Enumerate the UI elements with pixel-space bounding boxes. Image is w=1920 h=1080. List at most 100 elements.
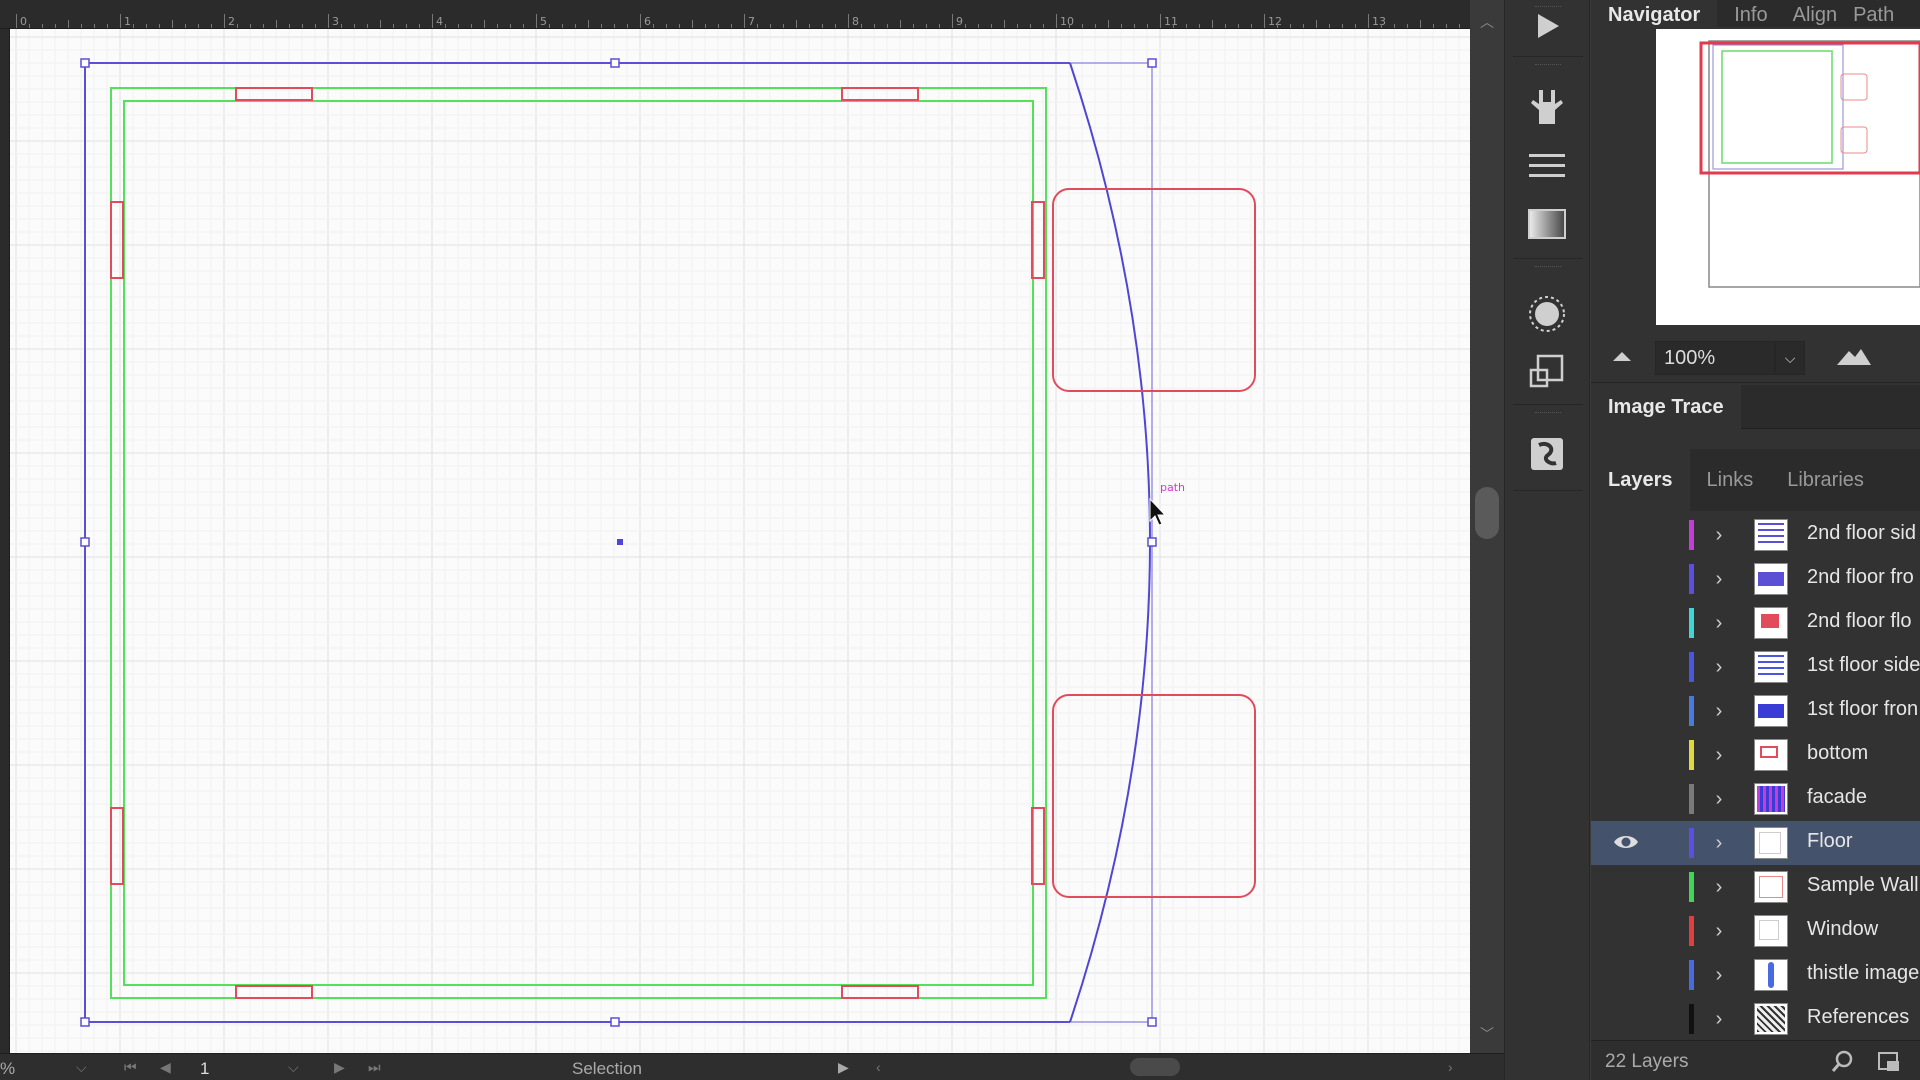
scroll-up-arrow-icon[interactable]: ︿ <box>1479 14 1495 30</box>
puppet-warp-icon[interactable] <box>1521 80 1573 132</box>
tab-align[interactable]: Align <box>1785 0 1845 27</box>
expand-chevron-icon[interactable]: › <box>1709 829 1729 857</box>
vertical-scrollbar[interactable]: ︿ ﹀ <box>1470 0 1504 1053</box>
handle-top-middle[interactable] <box>610 58 620 68</box>
sample-walls[interactable] <box>110 87 1047 999</box>
layer-row[interactable]: › thistle image <box>1591 953 1920 997</box>
layer-row[interactable]: › 2nd floor sid <box>1591 513 1920 557</box>
visibility-eye-icon[interactable] <box>1613 920 1639 940</box>
strip-grip[interactable] <box>1535 64 1561 67</box>
visibility-eye-icon[interactable] <box>1613 524 1639 544</box>
lock-toggle[interactable] <box>1651 1005 1675 1033</box>
appearance-sun-icon[interactable] <box>1521 288 1573 340</box>
next-artboard-icon[interactable]: ▶ <box>334 1059 345 1076</box>
visibility-eye-icon[interactable] <box>1613 700 1639 720</box>
horizontal-ruler[interactable]: 01234567891011121314 <box>0 0 1470 29</box>
expand-chevron-icon[interactable]: › <box>1709 917 1729 945</box>
tab-info[interactable]: Info <box>1717 0 1784 27</box>
lock-toggle[interactable] <box>1651 873 1675 901</box>
gradient-icon[interactable] <box>1521 198 1573 250</box>
zoom-dropdown-chevron-icon[interactable]: ⌵ <box>1775 341 1805 375</box>
layer-row[interactable]: › 2nd floor flo <box>1591 601 1920 645</box>
strip-grip[interactable] <box>1535 266 1561 269</box>
layer-name[interactable]: References <box>1807 1006 1909 1029</box>
selection-bounding-box[interactable] <box>80 58 1157 1027</box>
layer-name[interactable]: thistle image <box>1807 962 1919 985</box>
visibility-eye-icon[interactable] <box>1613 568 1639 588</box>
layer-name[interactable]: 2nd floor sid <box>1807 522 1916 545</box>
lock-toggle[interactable] <box>1651 829 1675 857</box>
visibility-eye-icon[interactable] <box>1613 744 1639 764</box>
scroll-down-arrow-icon[interactable]: ﹀ <box>1479 1026 1495 1042</box>
transform-icon[interactable] <box>1521 346 1573 398</box>
image-trace-icon[interactable] <box>1521 428 1573 480</box>
artboard-number[interactable]: 1 <box>200 1059 209 1079</box>
horizontal-scroll-thumb[interactable] <box>1130 1058 1180 1076</box>
tab-image-trace[interactable]: Image Trace <box>1591 385 1741 429</box>
layer-name[interactable]: 1st floor side <box>1807 654 1920 677</box>
strip-grip[interactable] <box>1535 412 1561 415</box>
handle-top-left[interactable] <box>80 58 90 68</box>
layer-name[interactable]: 2nd floor fro <box>1807 566 1914 589</box>
lock-toggle[interactable] <box>1651 521 1675 549</box>
zoom-out-mountain-icon[interactable] <box>1611 345 1633 370</box>
artboard-canvas[interactable]: path <box>10 29 1470 1053</box>
scroll-right-arrow-icon[interactable]: › <box>1448 1059 1453 1075</box>
visibility-eye-icon[interactable] <box>1613 876 1639 896</box>
expand-chevron-icon[interactable]: › <box>1709 1005 1729 1033</box>
layer-name[interactable]: Sample Wall <box>1807 874 1919 897</box>
visibility-eye-icon[interactable] <box>1613 832 1639 852</box>
lock-toggle[interactable] <box>1651 917 1675 945</box>
visibility-eye-icon[interactable] <box>1613 1008 1639 1028</box>
layer-name[interactable]: facade <box>1807 786 1867 809</box>
handle-top-right[interactable] <box>1147 58 1157 68</box>
visibility-eye-icon[interactable] <box>1613 656 1639 676</box>
layer-row[interactable]: › Floor <box>1591 821 1920 865</box>
tab-navigator[interactable]: Navigator <box>1591 0 1718 27</box>
layer-row[interactable]: › 1st floor side <box>1591 645 1920 689</box>
expand-chevron-icon[interactable]: › <box>1709 697 1729 725</box>
last-artboard-icon[interactable]: ⏭ <box>368 1059 381 1076</box>
handle-bottom-middle[interactable] <box>610 1017 620 1027</box>
search-icon[interactable] <box>1831 1049 1855 1073</box>
visibility-eye-icon[interactable] <box>1613 788 1639 808</box>
expand-chevron-icon[interactable]: › <box>1709 653 1729 681</box>
zoom-in-mountain-icon[interactable] <box>1835 343 1873 372</box>
tab-path[interactable]: Path <box>1845 0 1902 27</box>
handle-bottom-left[interactable] <box>80 1017 90 1027</box>
navigator-preview[interactable] <box>1656 29 1920 325</box>
lock-toggle[interactable] <box>1651 565 1675 593</box>
handle-bottom-right[interactable] <box>1147 1017 1157 1027</box>
layer-name[interactable]: Window <box>1807 918 1878 941</box>
expand-chevron-icon[interactable]: › <box>1709 873 1729 901</box>
handle-middle-left[interactable] <box>80 537 90 547</box>
lock-toggle[interactable] <box>1651 697 1675 725</box>
first-artboard-icon[interactable]: ⏮ <box>124 1059 137 1076</box>
layer-row[interactable]: › bottom <box>1591 733 1920 777</box>
tab-links[interactable]: Links <box>1690 449 1771 511</box>
lock-toggle[interactable] <box>1651 961 1675 989</box>
expand-chevron-icon[interactable]: › <box>1709 961 1729 989</box>
visibility-eye-icon[interactable] <box>1613 612 1639 632</box>
previous-artboard-icon[interactable]: ◀ <box>160 1059 171 1076</box>
layer-row[interactable]: › 2nd floor fro <box>1591 557 1920 601</box>
tab-libraries[interactable]: Libraries <box>1770 449 1881 511</box>
layer-name[interactable]: 2nd floor flo <box>1807 610 1912 633</box>
tab-layers[interactable]: Layers <box>1591 449 1690 511</box>
artboard-dropdown-chevron-icon[interactable]: ⌵ <box>288 1059 299 1076</box>
navigator-zoom-input[interactable]: 100% <box>1655 341 1775 375</box>
lock-toggle[interactable] <box>1651 653 1675 681</box>
vertical-ruler[interactable] <box>0 29 10 1053</box>
expand-chevron-icon[interactable]: › <box>1709 609 1729 637</box>
expand-chevron-icon[interactable]: › <box>1709 521 1729 549</box>
expand-chevron-icon[interactable]: › <box>1709 785 1729 813</box>
align-lines-icon[interactable] <box>1521 140 1573 192</box>
zoom-level[interactable]: % <box>0 1059 15 1079</box>
artwork[interactable] <box>10 29 1470 1053</box>
visibility-eye-icon[interactable] <box>1613 964 1639 984</box>
lock-toggle[interactable] <box>1651 741 1675 769</box>
status-menu-arrow-icon[interactable]: ▶ <box>838 1059 849 1076</box>
layer-row[interactable]: › Window <box>1591 909 1920 953</box>
play-icon[interactable] <box>1521 0 1573 52</box>
layer-row[interactable]: › 1st floor fron <box>1591 689 1920 733</box>
